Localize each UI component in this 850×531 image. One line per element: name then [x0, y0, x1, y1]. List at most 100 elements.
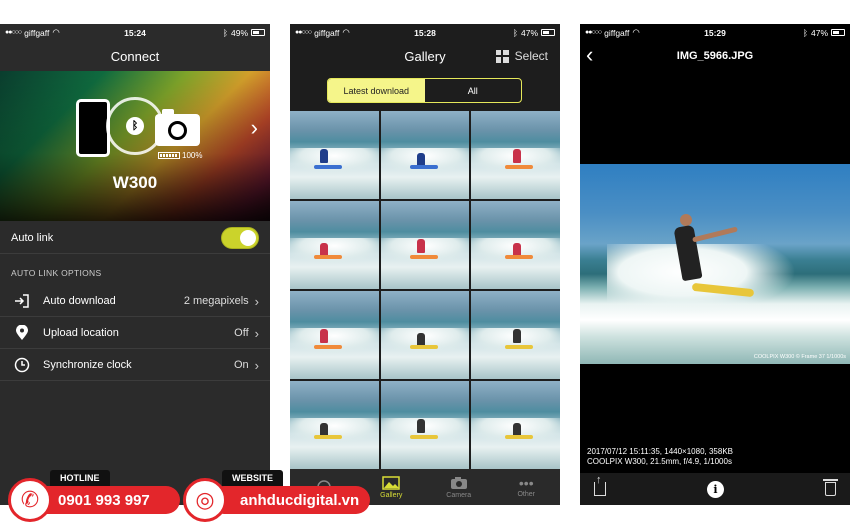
contact-banner: HOTLINE 0901 993 997 ✆ WEBSITE anhducdig…: [0, 470, 380, 528]
select-label: Select: [514, 49, 548, 63]
battery-percent: 49%: [231, 27, 249, 38]
option-value: Off: [234, 327, 249, 339]
signal-icon: ●●○○○: [295, 29, 312, 36]
photo-thumbnail[interactable]: [380, 291, 470, 379]
photo-thumbnail[interactable]: [290, 111, 379, 199]
option-synchronize-clock[interactable]: Synchronize clock On ›: [0, 350, 270, 381]
page-title: Connect: [110, 48, 160, 64]
auto-link-row: Auto link: [0, 223, 270, 254]
bluetooth-icon: ᛒ: [802, 27, 808, 38]
photo-metadata: 2017/07/12 15:11:35, 1440×1080, 358KB CO…: [587, 447, 733, 467]
auto-link-toggle[interactable]: [221, 227, 259, 249]
globe-icon: ◎: [183, 478, 227, 522]
photo-thumbnail[interactable]: [471, 381, 560, 469]
chevron-right-icon[interactable]: ›: [251, 115, 258, 141]
gallery-filter: Latest download All: [327, 78, 522, 103]
more-icon: •••: [518, 474, 534, 491]
auto-link-label: Auto link: [11, 232, 54, 244]
chevron-right-icon: ›: [254, 293, 259, 309]
select-button[interactable]: Select: [495, 49, 548, 63]
gallery-screen: ●●○○○ giffgaff ◠ 15:28 ᛒ 47% Gallery Select…: [290, 24, 560, 505]
photo-thumbnail[interactable]: [290, 381, 379, 469]
option-label: Synchronize clock: [43, 359, 132, 371]
chevron-right-icon: ›: [254, 325, 259, 341]
photo-image[interactable]: COOLPIX W300 © Frame 37 1/1000s: [580, 164, 850, 364]
photo-thumbnail[interactable]: [471, 111, 560, 199]
photo-thumbnail[interactable]: [290, 201, 379, 289]
battery-percent: 47%: [521, 27, 539, 38]
photo-toolbar: i: [580, 473, 850, 505]
camera-icon: [450, 476, 467, 489]
signal-icon: ●●○○○: [585, 29, 602, 36]
status-time: 15:28: [414, 27, 436, 38]
camera-battery: 100%: [158, 151, 202, 160]
location-pin-icon: [11, 325, 33, 341]
metadata-line: COOLPIX W300, 21.5mm, f/4.9, 1/1000s: [587, 457, 732, 466]
tab-label: Camera: [446, 491, 472, 499]
hotline-label: HOTLINE: [50, 470, 110, 486]
option-upload-location[interactable]: Upload location Off ›: [0, 318, 270, 349]
tab-other[interactable]: ••• Other: [493, 469, 561, 505]
carrier-name: giffgaff: [604, 27, 630, 38]
signal-icon: ●●○○○: [5, 29, 22, 36]
camera-battery-percent: 100%: [182, 151, 203, 160]
battery-percent: 47%: [811, 27, 829, 38]
photo-grid: [290, 111, 560, 469]
photo-thumbnail[interactable]: [290, 291, 379, 379]
carrier-name: giffgaff: [314, 27, 340, 38]
share-icon[interactable]: [594, 474, 606, 496]
photo-thumbnail[interactable]: [380, 111, 470, 199]
option-value: 2 megapixels: [183, 295, 249, 307]
option-label: Upload location: [43, 327, 119, 339]
photo-credit: COOLPIX W300 © Frame 37 1/1000s: [753, 354, 846, 360]
bluetooth-icon: ᛒ: [512, 27, 518, 38]
photo-thumbnail[interactable]: [471, 291, 560, 379]
tab-camera[interactable]: Camera: [425, 469, 493, 505]
segment-all[interactable]: All: [425, 79, 522, 102]
clock-icon: [11, 357, 33, 373]
camera-icon: [155, 109, 200, 146]
status-bar: ●●○○○ giffgaff ◠ 15:28 ᛒ 47%: [290, 24, 560, 41]
device-card[interactable]: ᛒ 100% W300 ›: [0, 71, 270, 221]
photo-thumbnail[interactable]: [380, 381, 470, 469]
photo-thumbnail[interactable]: [380, 201, 470, 289]
connect-screen: ●●○○○ giffgaff ◠ 15:24 ᛒ 49% Connect ᛒ 100%…: [0, 24, 270, 505]
grid-icon: [495, 49, 509, 63]
bluetooth-icon: ᛒ: [126, 117, 144, 135]
metadata-line: 2017/07/12 15:11:35, 1440×1080, 358KB: [587, 447, 733, 456]
option-auto-download[interactable]: Auto download 2 megapixels ›: [0, 286, 270, 317]
status-bar: ●●○○○ giffgaff ◠ 15:29 ᛒ 47%: [580, 24, 850, 41]
photo-viewer-screen: ●●○○○ giffgaff ◠ 15:29 ᛒ 47% IMG_5966.JPG ‹…: [580, 24, 850, 505]
segment-latest-download[interactable]: Latest download: [328, 79, 425, 102]
battery-icon: [541, 29, 556, 36]
battery-icon: [251, 29, 266, 36]
website-label: WEBSITE: [222, 470, 284, 486]
wifi-icon: ◠: [632, 27, 640, 37]
section-header: AUTO LINK OPTIONS: [11, 268, 102, 278]
device-name: W300: [112, 173, 158, 192]
battery-icon: [831, 29, 846, 36]
wifi-icon: ◠: [52, 27, 60, 37]
gallery-icon: [382, 475, 400, 490]
camera-battery-icon: [158, 152, 180, 159]
bluetooth-icon: ᛒ: [222, 27, 228, 38]
option-value: On: [233, 359, 249, 371]
option-label: Auto download: [43, 295, 116, 307]
trash-icon[interactable]: [823, 479, 838, 496]
wifi-icon: ◠: [342, 27, 350, 37]
tab-label: Gallery: [380, 491, 403, 499]
hotline-number[interactable]: 0901 993 997: [30, 486, 180, 514]
phone-icon: ✆: [8, 478, 52, 522]
phone-icon: [76, 99, 110, 157]
photo-thumbnail[interactable]: [471, 201, 560, 289]
tab-label: Other: [517, 490, 535, 498]
website-link[interactable]: anhducdigital.vn: [210, 486, 370, 514]
page-title: IMG_5966.JPG: [676, 50, 754, 62]
status-bar: ●●○○○ giffgaff ◠ 15:24 ᛒ 49%: [0, 24, 270, 41]
status-time: 15:24: [124, 27, 146, 38]
status-time: 15:29: [704, 27, 726, 38]
download-icon: [11, 293, 33, 309]
chevron-right-icon: ›: [254, 357, 259, 373]
info-icon[interactable]: i: [707, 480, 724, 498]
back-button[interactable]: ‹: [586, 42, 593, 68]
